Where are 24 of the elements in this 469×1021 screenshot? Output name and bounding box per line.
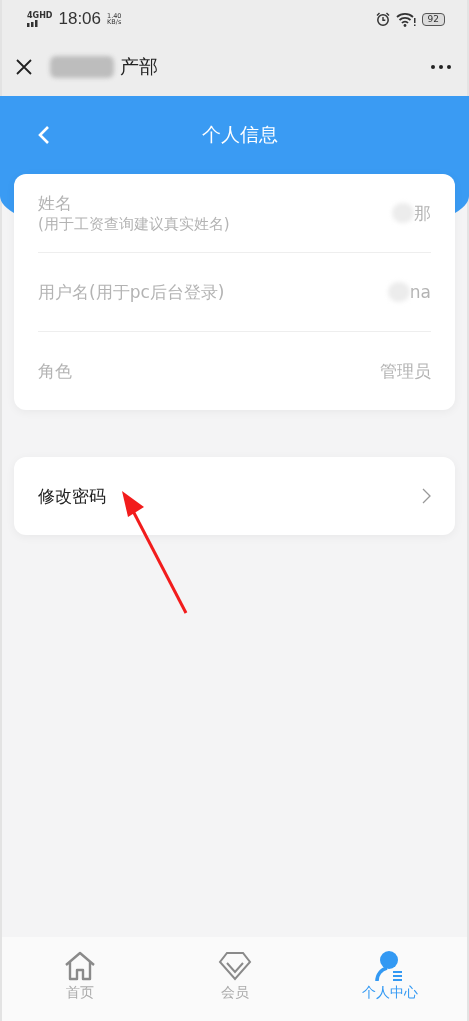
field-label: 姓名 — [38, 192, 73, 215]
field-label: 角色 — [38, 359, 72, 383]
page-title: 产部 — [120, 54, 159, 79]
change-password-item[interactable]: 修改密码 — [14, 457, 455, 535]
chevron-right-icon — [422, 488, 431, 504]
tab-item[interactable]: 首页 — [19, 950, 140, 1002]
clock-time: 18:06 — [58, 9, 101, 29]
network-type: 4GHD — [27, 11, 53, 20]
field-value: 那 — [414, 201, 431, 225]
close-icon[interactable] — [16, 59, 32, 75]
diamond-icon — [217, 950, 252, 982]
tab-item[interactable]: 会员 — [174, 950, 295, 1002]
more-icon[interactable] — [431, 65, 451, 69]
field-value: 管理员 — [380, 359, 431, 383]
battery-indicator: 92 — [421, 12, 445, 26]
header-title: 个人信息 — [200, 122, 279, 147]
tab-item[interactable]: 个人中心 — [329, 950, 450, 1002]
signal-icon — [27, 19, 39, 27]
wifi-icon — [395, 11, 416, 27]
field-hint: (用于工资查询建议真实姓名) — [38, 215, 230, 234]
alarm-icon — [375, 12, 390, 26]
field-label: 用户名(用于pc后台登录) — [38, 280, 225, 304]
field-value: na — [409, 282, 431, 302]
back-icon[interactable] — [38, 125, 50, 145]
